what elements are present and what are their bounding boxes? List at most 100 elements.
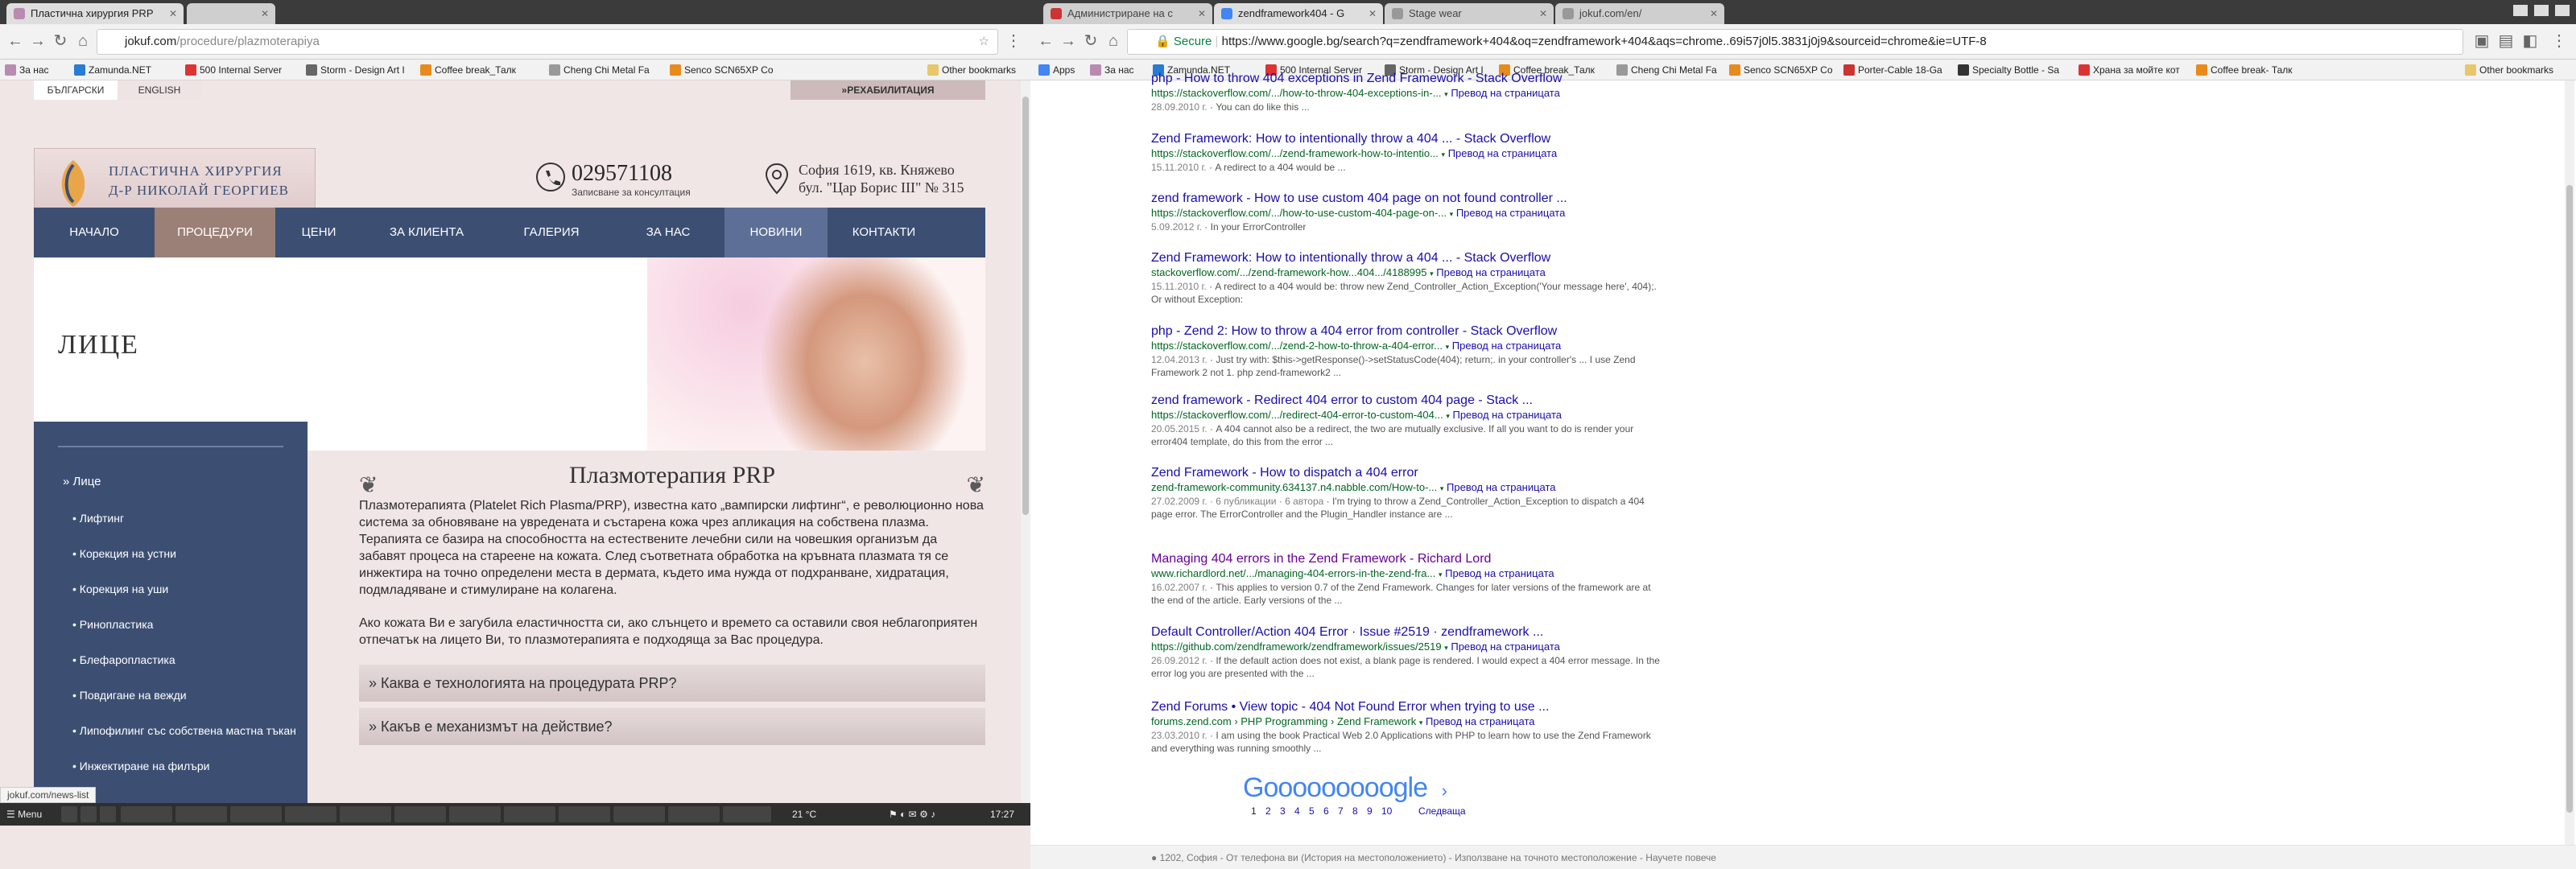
accordion-mechanism[interactable]: » Какъв е механизмът на действие? [359,708,985,745]
page-link[interactable]: 9 [1367,805,1373,817]
taskbar-window[interactable] [723,806,771,822]
result-title[interactable]: Zend Framework: How to intentionally thr… [1151,131,1666,147]
translate-link[interactable]: Превод на страницата [1452,409,1562,421]
close-tab-icon[interactable]: ✕ [1539,3,1547,24]
extension-icon[interactable]: ▣ [2471,31,2492,51]
bookmark[interactable]: Storm - Design Art I [304,63,405,77]
scrollbar[interactable] [1021,80,1030,803]
page-link[interactable]: 8 [1352,805,1358,817]
bookmark[interactable]: За нас [1088,63,1134,77]
sidebar-item[interactable]: • Липофилинг със собствена мастна тъкан [72,724,296,737]
taskbar-window[interactable] [504,806,555,822]
scrollbar-thumb[interactable] [1022,97,1029,515]
menu-item-prices[interactable]: ЦЕНИ [275,208,362,257]
bookmark[interactable]: Храна за мойте кот [2077,63,2180,77]
close-tab-icon[interactable]: ✕ [169,3,177,24]
forward-icon[interactable]: → [1058,31,1079,51]
taskbar-window[interactable] [230,806,282,822]
sidebar-item[interactable]: • Ринопластика [72,618,153,631]
address-bar[interactable]: 🔒 Secure | https://www.google.bg/search?… [1127,29,2463,55]
translate-link[interactable]: Превод на страницата [1436,266,1546,278]
bookmark[interactable]: Coffee break- Талк [2194,63,2293,77]
address-bar[interactable]: jokuf.com/procedure/plazmoterapiya ☆ [97,29,998,55]
next-page-link[interactable]: Следваща [1418,805,1466,817]
menu-item-about[interactable]: ЗА НАС [612,208,724,257]
tab[interactable]: Администриране на с ✕ [1043,3,1212,24]
scrollbar-thumb[interactable] [2566,185,2573,813]
lang-bg[interactable]: БЪЛГАРСКИ [34,80,118,100]
menu-item-gallery[interactable]: ГАЛЕРИЯ [491,208,612,257]
sidebar-item[interactable]: • Корекция на уши [72,583,168,595]
page-link[interactable]: 4 [1294,805,1300,817]
close-tab-icon[interactable]: ✕ [261,3,269,24]
translate-link[interactable]: Превод на страницата [1447,481,1556,493]
tab[interactable]: Stage wear ✕ [1385,3,1554,24]
sidebar-item[interactable]: • Инжектиране на филъри [72,760,210,772]
reload-icon[interactable]: ↻ [1080,31,1101,51]
accordion-technology[interactable]: » Каква е технологията на процедурата PR… [359,665,985,702]
phone-number[interactable]: 029571108 [572,161,691,187]
dropdown-arrow-icon[interactable]: ▾ [1440,484,1444,492]
sidebar-item[interactable]: » Лице [63,475,101,488]
launcher-icon[interactable] [61,806,77,822]
back-icon[interactable]: ← [1035,31,1056,51]
result-title[interactable]: Zend Forums • View topic - 404 Not Found… [1151,699,1666,715]
other-bookmarks[interactable]: Other bookmarks [926,63,1016,77]
taskbar-window[interactable] [449,806,501,822]
close-tab-icon[interactable]: ✕ [1710,3,1718,24]
tab-active[interactable]: zendframework404 - G ✕ [1214,3,1383,24]
launcher-icon[interactable] [80,806,97,822]
page-link[interactable]: 6 [1323,805,1329,817]
extension-icon[interactable]: ◧ [2520,31,2541,51]
menu-item-home[interactable]: НАЧАЛО [34,208,155,257]
sidebar-item[interactable]: • Корекция на устни [72,547,176,560]
home-icon[interactable]: ⌂ [1103,31,1124,51]
chrome-menu-icon[interactable]: ⋮ [2549,31,2570,51]
dropdown-arrow-icon[interactable]: ▾ [1419,719,1423,727]
result-title[interactable]: zend framework - How to use custom 404 p… [1151,191,1666,207]
taskbar-window[interactable] [340,806,391,822]
tab-blank[interactable]: ✕ [187,3,275,24]
taskbar-window[interactable] [613,806,665,822]
maximize-button[interactable] [2534,5,2549,16]
dropdown-arrow-icon[interactable]: ▾ [1442,150,1446,159]
rehab-link[interactable]: »РЕХАБИЛИТАЦИЯ [791,80,985,100]
launcher-icon[interactable] [100,806,116,822]
bookmark[interactable]: Cheng Chi Metal Fa [547,63,650,77]
result-title[interactable]: zend framework - Redirect 404 error to c… [1151,393,1666,409]
minimize-button[interactable] [2513,5,2528,16]
page-link[interactable]: 2 [1265,805,1271,817]
translate-link[interactable]: Превод на страницата [1448,147,1558,159]
bookmark[interactable]: Coffee break_Талк [419,63,516,77]
result-title[interactable]: Default Controller/Action 404 Error · Is… [1151,624,1666,640]
taskbar-window[interactable] [668,806,720,822]
page-link[interactable]: 7 [1338,805,1344,817]
close-window-button[interactable] [2555,5,2570,16]
bookmark[interactable]: 500 Internal Server [184,63,282,77]
tray-icons[interactable]: ⚑ ◐ ✉ ⚙ ♪ [886,806,982,822]
sidebar-item[interactable]: • Повдигане на вежди [72,689,187,702]
bookmark[interactable]: За нас [3,63,49,77]
translate-link[interactable]: Превод на страницата [1456,207,1566,219]
translate-link[interactable]: Превод на страницата [1445,567,1554,579]
sidebar-item[interactable]: • Лифтинг [72,512,124,525]
back-icon[interactable]: ← [5,31,26,51]
star-icon[interactable]: ☆ [979,30,989,54]
home-icon[interactable]: ⌂ [72,31,93,51]
sidebar-item[interactable]: • Блефаропластика [72,653,175,666]
translate-link[interactable]: Превод на страницата [1452,340,1562,352]
next-arrow-icon[interactable]: › [1442,780,1447,801]
dropdown-arrow-icon[interactable]: ▾ [1444,90,1448,98]
dropdown-arrow-icon[interactable]: ▾ [1444,644,1448,652]
taskbar-window[interactable] [394,806,446,822]
page-link[interactable]: 3 [1280,805,1286,817]
bookmark[interactable]: Senco SCN65XP Co [1728,63,1833,77]
taskbar-window[interactable] [175,806,227,822]
menu-item-procedures[interactable]: ПРОЦЕДУРИ [155,208,275,257]
menu-item-news[interactable]: НОВИНИ [724,208,828,257]
dropdown-arrow-icon[interactable]: ▾ [1439,570,1443,579]
result-title[interactable]: Zend Framework - How to dispatch a 404 e… [1151,465,1666,481]
forward-icon[interactable]: → [27,31,48,51]
taskbar-window[interactable] [559,806,610,822]
result-title[interactable]: Managing 404 errors in the Zend Framewor… [1151,551,1666,567]
